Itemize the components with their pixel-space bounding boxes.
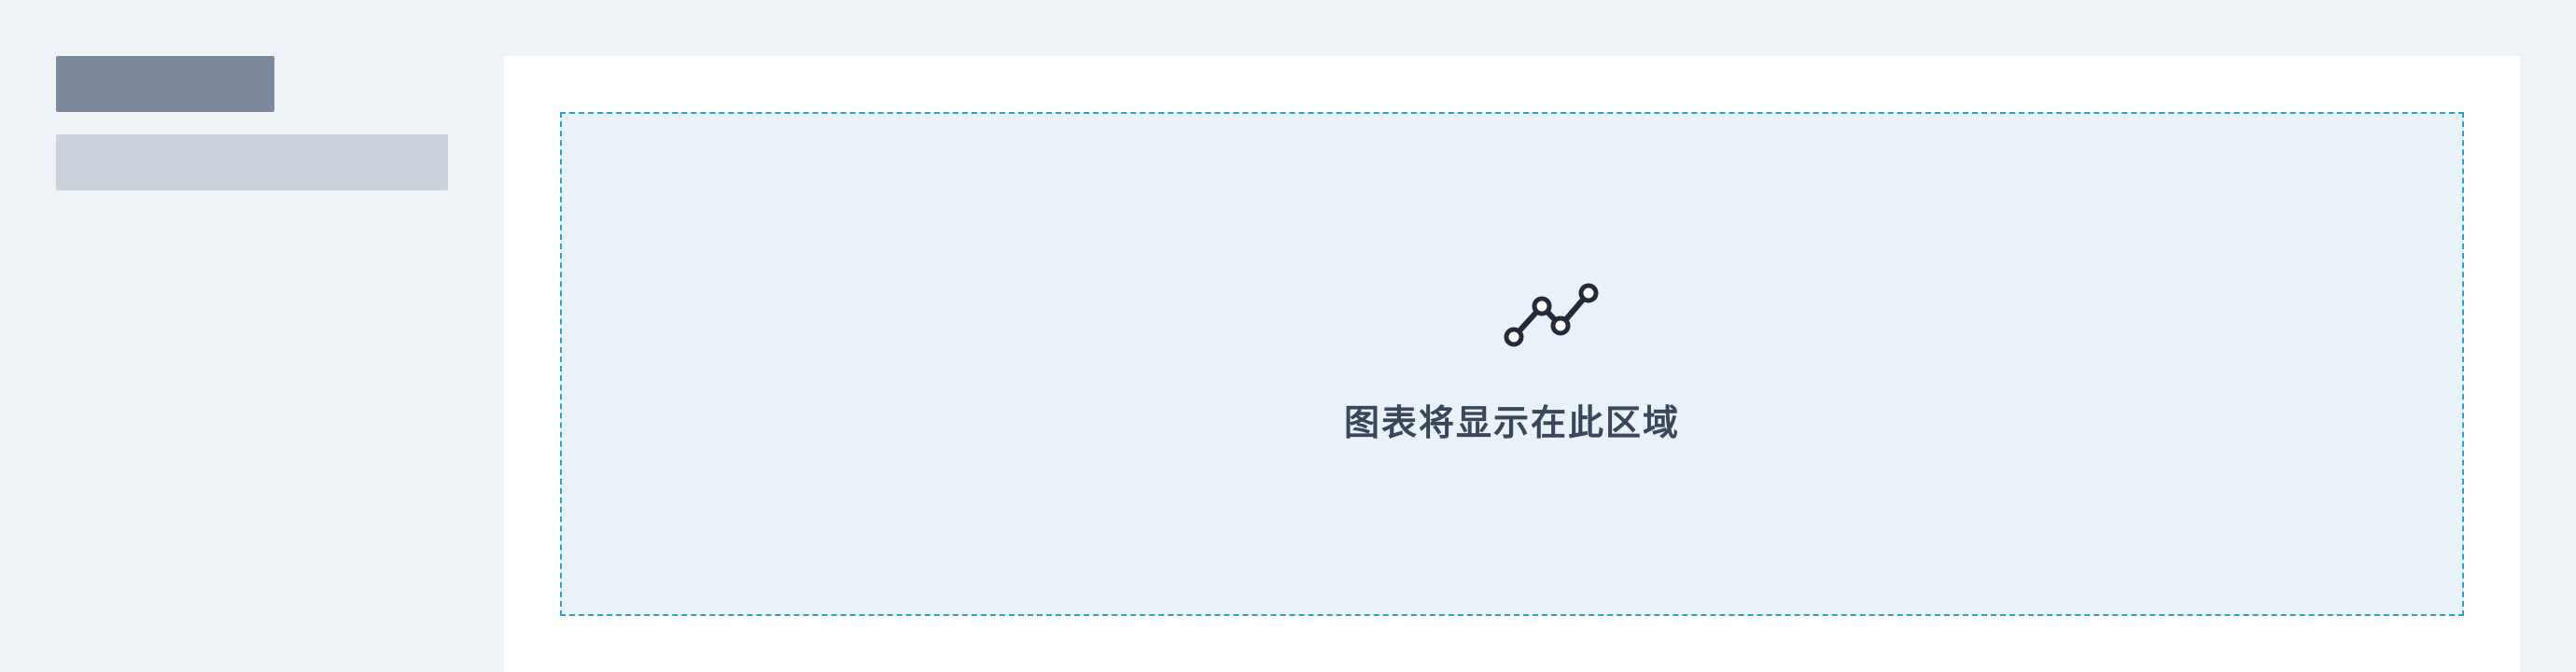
sidebar xyxy=(0,0,504,672)
chart-placeholder: 图表将显示在此区域 xyxy=(560,112,2464,616)
main-panel: 图表将显示在此区域 xyxy=(504,56,2520,672)
chart-placeholder-text: 图表将显示在此区域 xyxy=(1343,402,1680,443)
sidebar-title-skeleton xyxy=(56,56,274,112)
sidebar-subtitle-skeleton xyxy=(56,134,448,190)
line-chart-icon xyxy=(1504,283,1599,347)
